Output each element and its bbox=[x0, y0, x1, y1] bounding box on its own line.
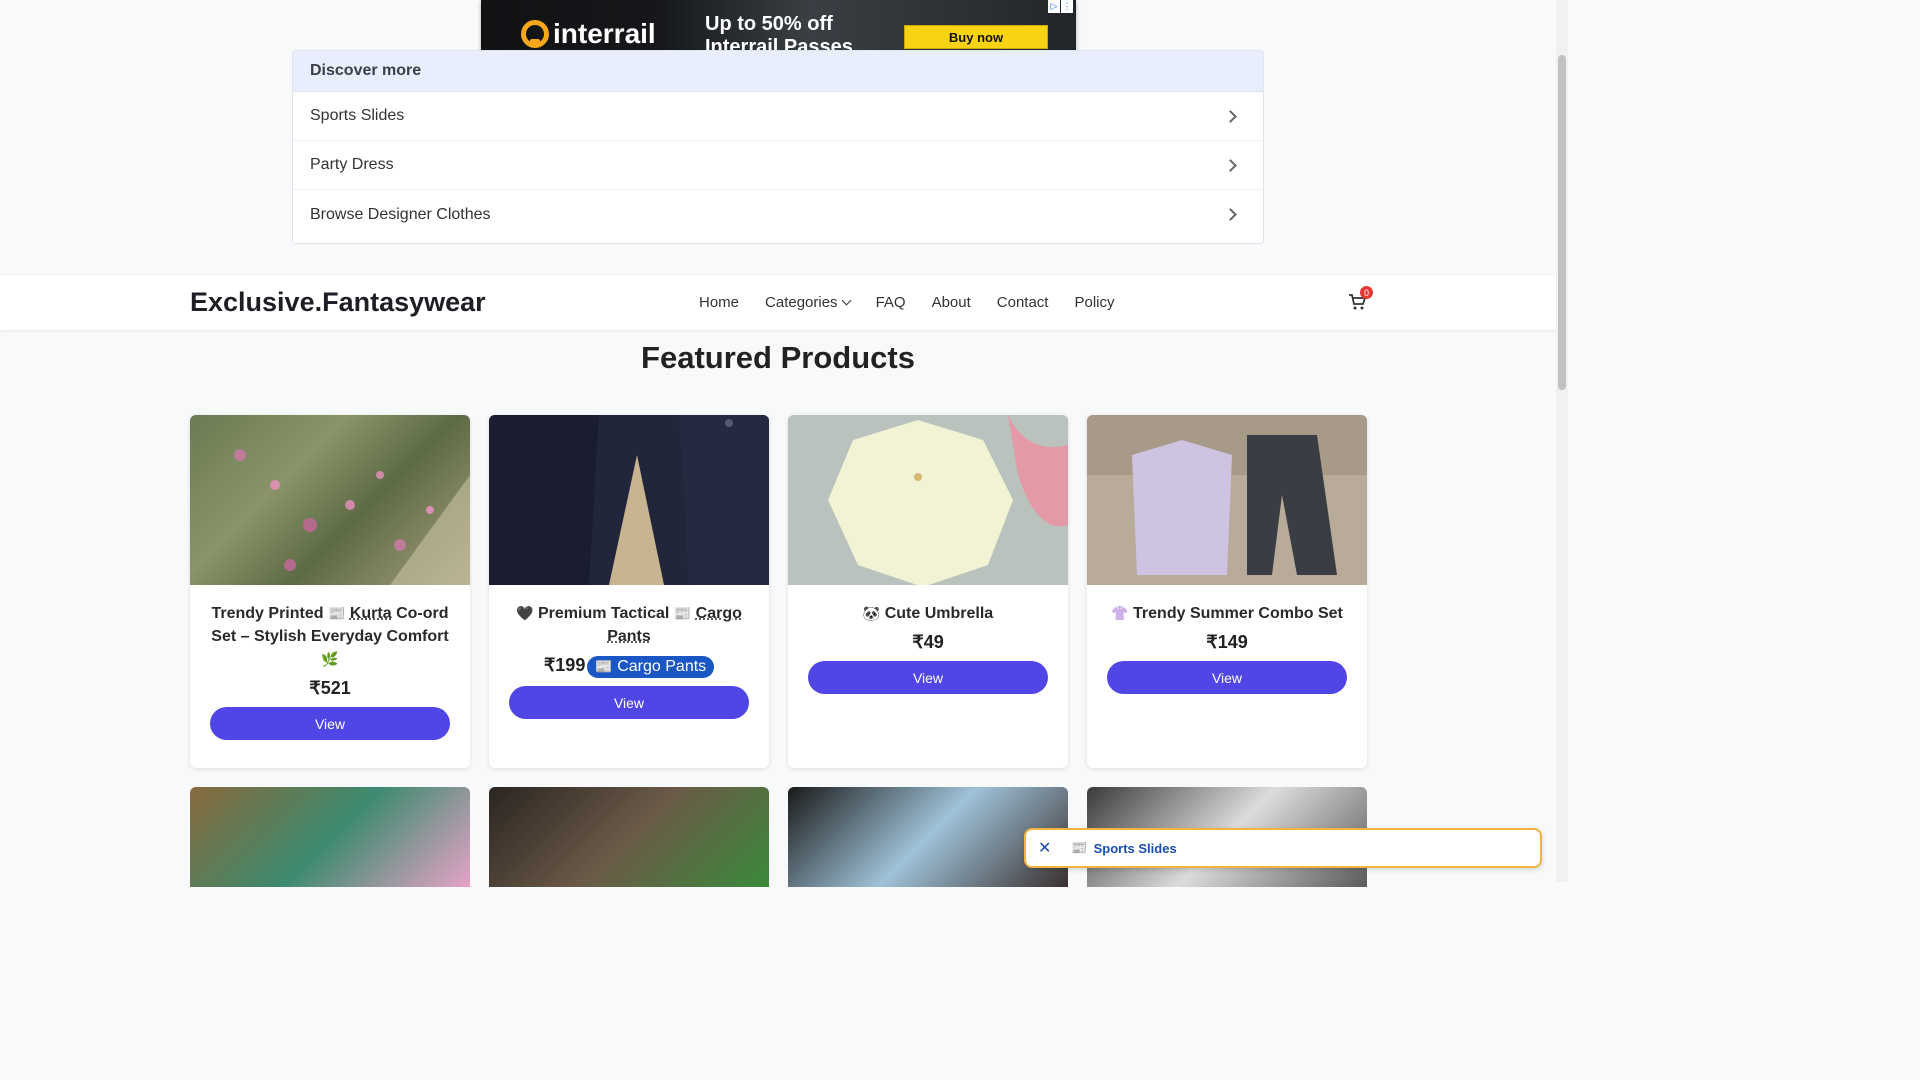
black-heart-icon: 🖤 bbox=[516, 605, 534, 621]
site-brand-link[interactable]: Exclusive.Fantasywear bbox=[190, 287, 486, 318]
view-button[interactable]: View bbox=[808, 661, 1048, 694]
newspaper-icon: 📰 bbox=[595, 658, 613, 674]
ad-menu-icon[interactable]: ⋮ bbox=[1061, 0, 1073, 13]
interrail-logo: interrail bbox=[521, 18, 656, 50]
product-title[interactable]: 👚 Trendy Summer Combo Set bbox=[1107, 602, 1347, 625]
product-title[interactable]: 🐼 Cute Umbrella bbox=[808, 602, 1048, 625]
nav-about[interactable]: About bbox=[932, 294, 971, 311]
product-price: ₹49 bbox=[912, 632, 944, 652]
chevron-down-icon bbox=[841, 295, 852, 306]
site-navbar: Exclusive.Fantasywear Home Categories FA… bbox=[0, 275, 1556, 330]
nav-policy[interactable]: Policy bbox=[1074, 294, 1114, 311]
discover-item-label: Browse Designer Clothes bbox=[310, 205, 491, 223]
discover-item-label: Party Dress bbox=[310, 156, 394, 173]
product-title-text: Trendy Printed bbox=[211, 605, 328, 622]
view-button[interactable]: View bbox=[1107, 661, 1347, 694]
search-suggestion-popup[interactable]: ✕ 📰 Sports Slides bbox=[1024, 828, 1542, 868]
leaf-icon: 🌿 bbox=[321, 651, 339, 667]
cart-count-badge: 0 bbox=[1360, 286, 1373, 299]
product-title-text: Trendy Summer Combo Set bbox=[1133, 605, 1343, 622]
product-card[interactable]: 🐼 Cute Umbrella ₹49 View bbox=[788, 415, 1068, 768]
view-button[interactable]: View bbox=[509, 686, 749, 719]
blouse-icon: 👚 bbox=[1111, 605, 1129, 621]
keyword-tag[interactable]: 📰 Cargo Pants bbox=[587, 656, 715, 678]
main-nav: Home Categories FAQ About Contact Policy bbox=[699, 294, 1115, 311]
product-image[interactable] bbox=[489, 415, 769, 585]
product-image-kurta bbox=[234, 449, 470, 585]
interrail-logo-mark-icon bbox=[521, 20, 549, 48]
product-price-row: ₹199 📰 Cargo Pants bbox=[509, 655, 749, 678]
nav-categories-label: Categories bbox=[765, 294, 838, 311]
product-title-text: Cute Umbrella bbox=[884, 605, 994, 622]
featured-products-heading: Featured Products bbox=[641, 340, 915, 375]
discover-item-sports-slides[interactable]: Sports Slides bbox=[293, 92, 1263, 141]
ad-headline-line1: Up to 50% off bbox=[705, 13, 833, 35]
discover-more-title: Discover more bbox=[293, 51, 1263, 92]
nav-contact[interactable]: Contact bbox=[997, 294, 1049, 311]
product-card[interactable]: Trendy Printed 📰 Kurta Co-ord Set – Styl… bbox=[190, 415, 470, 768]
discover-item-label: Sports Slides bbox=[310, 107, 405, 124]
newspaper-icon: 📰 bbox=[1071, 840, 1088, 855]
product-title-text: Premium Tactical bbox=[538, 605, 674, 622]
ad-choices[interactable]: ▷ ⋮ bbox=[1048, 0, 1073, 13]
product-price: ₹149 bbox=[1206, 632, 1248, 652]
nav-home[interactable]: Home bbox=[699, 294, 739, 311]
view-button[interactable]: View bbox=[210, 707, 450, 740]
product-price: ₹521 bbox=[309, 678, 351, 698]
product-keyword-link[interactable]: Kurta bbox=[350, 605, 392, 622]
chevron-right-icon bbox=[1224, 158, 1237, 172]
product-card[interactable]: 🖤 Premium Tactical 📰 Cargo Pants ₹199 📰 C… bbox=[489, 415, 769, 768]
product-image[interactable] bbox=[1087, 415, 1367, 585]
discover-more-panel: Discover more Sports Slides Party Dress … bbox=[292, 50, 1264, 244]
keyword-tag-label: Cargo Pants bbox=[617, 658, 707, 675]
product-image[interactable] bbox=[190, 787, 470, 887]
newspaper-icon: 📰 bbox=[673, 605, 692, 621]
product-image[interactable] bbox=[788, 415, 1068, 587]
product-image-combo-set bbox=[1087, 415, 1367, 585]
close-icon[interactable]: ✕ bbox=[1038, 838, 1051, 858]
nav-categories[interactable]: Categories bbox=[765, 294, 852, 311]
chevron-right-icon bbox=[1224, 109, 1237, 123]
product-card[interactable]: 👚 Trendy Summer Combo Set ₹149 View bbox=[1087, 415, 1367, 768]
nav-faq[interactable]: FAQ bbox=[876, 294, 906, 311]
product-image[interactable] bbox=[489, 787, 769, 887]
product-title[interactable]: 🖤 Premium Tactical 📰 Cargo Pants bbox=[509, 602, 749, 648]
panda-icon: 🐼 bbox=[862, 605, 881, 621]
popup-label[interactable]: Sports Slides bbox=[1094, 841, 1177, 856]
scrollbar-thumb[interactable] bbox=[1558, 55, 1566, 390]
discover-item-designer-clothes[interactable]: Browse Designer Clothes bbox=[293, 190, 1263, 239]
product-image-umbrella bbox=[788, 415, 1068, 587]
product-image-cargo-pants bbox=[489, 415, 769, 585]
product-price: ₹199 bbox=[543, 655, 586, 675]
ad-buy-now-button[interactable]: Buy now bbox=[904, 25, 1048, 49]
ad-choices-icon[interactable]: ▷ bbox=[1048, 0, 1060, 13]
newspaper-icon: 📰 bbox=[327, 605, 346, 621]
ad-brand: interrail bbox=[553, 18, 656, 49]
chevron-right-icon bbox=[1224, 208, 1237, 221]
discover-item-party-dress[interactable]: Party Dress bbox=[293, 141, 1263, 190]
product-title[interactable]: Trendy Printed 📰 Kurta Co-ord Set – Styl… bbox=[210, 602, 450, 671]
product-image[interactable] bbox=[190, 415, 470, 585]
